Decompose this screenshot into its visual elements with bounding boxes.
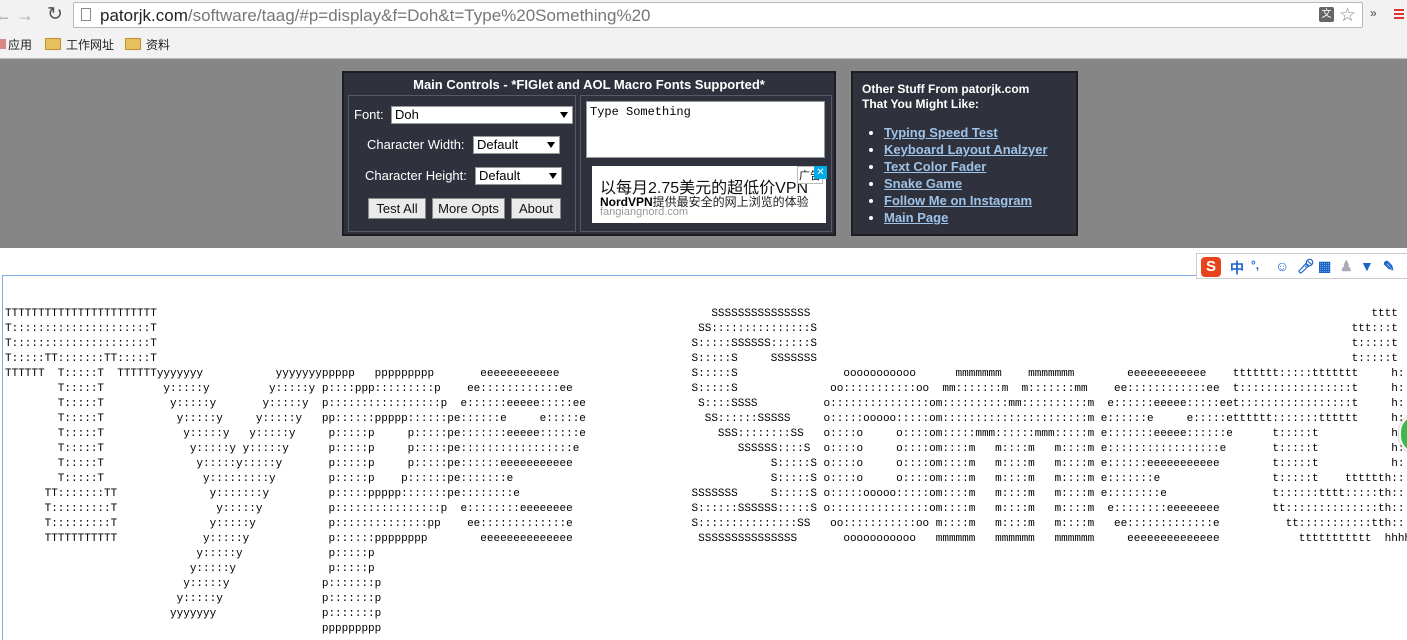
url-host: patorjk.com: [100, 6, 188, 25]
bookmark-label: 资料: [146, 38, 171, 52]
char-width-select[interactable]: Default: [473, 136, 560, 154]
font-label: Font:: [354, 107, 384, 122]
ad-close-icon[interactable]: ✕: [814, 166, 827, 179]
sogou-logo-icon[interactable]: S: [1201, 257, 1221, 277]
bookmark-folder-materials[interactable]: 资料: [125, 36, 170, 53]
chevron-down-icon: [560, 112, 568, 118]
font-settings-box: Font: Doh Character Width: Default Chara…: [348, 95, 576, 232]
ad-banner[interactable]: 以每月2.75美元的超低价VPN NordVPN提供最安全的网上浏览的体验 fa…: [589, 166, 827, 223]
link-keyboard-layout[interactable]: Keyboard Layout Analzyer: [884, 142, 1048, 157]
url-path: /software/taag/#p=display&f=Doh&t=Type%2…: [187, 6, 651, 25]
ascii-art-output: TTTTTTTTTTTTTTTTTTTTTTT SSSSSSSSSSSSSSS: [5, 308, 1407, 635]
ascii-output-area[interactable]: TTTTTTTTTTTTTTTTTTTTTTT SSSSSSSSSSSSSSS: [2, 275, 1407, 640]
folder-icon: [45, 38, 61, 50]
reload-icon[interactable]: ↻: [44, 3, 66, 27]
shirt-icon[interactable]: ▼: [1360, 258, 1374, 274]
list-item: Follow Me on Instagram: [884, 192, 1048, 209]
other-stuff-title: Other Stuff From patorjk.com That You Mi…: [862, 82, 1029, 112]
char-height-select[interactable]: Default: [475, 167, 562, 185]
more-opts-button[interactable]: More Opts: [432, 198, 505, 219]
font-select[interactable]: Doh: [391, 106, 573, 124]
other-stuff-links: Typing Speed Test Keyboard Layout Analzy…: [867, 124, 1048, 226]
about-button[interactable]: About: [511, 198, 561, 219]
apps-icon: [0, 39, 6, 49]
extensions-overflow-icon[interactable]: »: [1370, 6, 1377, 20]
test-all-button[interactable]: Test All: [368, 198, 426, 219]
ad-domain: fangiangnord.com: [600, 206, 689, 218]
char-width-value: Default: [477, 137, 519, 152]
folder-icon: [125, 38, 141, 50]
bookmark-apps[interactable]: 应用: [0, 36, 32, 53]
other-stuff-panel: Other Stuff From patorjk.com That You Mi…: [851, 71, 1078, 236]
main-controls-title: Main Controls - *FIGlet and AOL Macro Fo…: [413, 77, 765, 92]
browser-chrome: ← → ↻ patorjk.com/software/taag/#p=displ…: [0, 0, 1407, 59]
user-icon[interactable]: ♟: [1340, 258, 1353, 275]
ime-toolbar: S 中 °, ☺ 🎤︎ ▦ ♟ ▼ ✎: [1196, 253, 1407, 279]
link-main-page[interactable]: Main Page: [884, 210, 948, 225]
list-item: Typing Speed Test: [884, 124, 1048, 141]
bookmarks-bar: 应用 工作网址 资料: [0, 31, 1407, 55]
text-input-box: Type Something 以每月2.75美元的超低价VPN NordVPN提…: [580, 95, 832, 232]
link-typing-speed-test[interactable]: Typing Speed Test: [884, 125, 998, 140]
char-width-label: Character Width:: [367, 137, 465, 152]
page-icon: [81, 8, 91, 21]
translate-icon[interactable]: 文: [1319, 7, 1334, 22]
ime-mode-toggle[interactable]: 中: [1230, 258, 1244, 278]
keyboard-icon[interactable]: ▦: [1318, 258, 1331, 275]
list-item: Snake Game: [884, 175, 1048, 192]
emoji-icon[interactable]: ☺: [1275, 258, 1289, 274]
ime-punct-toggle[interactable]: °,: [1251, 258, 1259, 272]
link-instagram[interactable]: Follow Me on Instagram: [884, 193, 1032, 208]
bookmark-label: 应用: [8, 38, 33, 52]
wrench-icon[interactable]: ✎: [1383, 258, 1395, 275]
link-snake-game[interactable]: Snake Game: [884, 176, 962, 191]
char-height-value: Default: [479, 168, 521, 183]
list-item: Keyboard Layout Analzyer: [884, 141, 1048, 158]
other-stuff-title-line1: Other Stuff From patorjk.com: [862, 82, 1030, 96]
char-height-label: Character Height:: [365, 168, 467, 183]
back-arrow-icon[interactable]: ←: [0, 3, 12, 27]
link-text-color-fader[interactable]: Text Color Fader: [884, 159, 986, 174]
mic-icon[interactable]: 🎤︎: [1297, 258, 1315, 275]
other-stuff-title-line2: That You Might Like:: [862, 97, 979, 111]
ad-left-bar: [589, 166, 592, 223]
url-text[interactable]: patorjk.com/software/taag/#p=display&f=D…: [100, 6, 650, 26]
font-select-value: Doh: [395, 107, 419, 122]
forward-arrow-icon[interactable]: →: [16, 3, 34, 27]
address-bar[interactable]: patorjk.com/software/taag/#p=display&f=D…: [73, 2, 1363, 28]
list-item: Main Page: [884, 209, 1048, 226]
bookmark-label: 工作网址: [66, 38, 115, 52]
list-item: Text Color Fader: [884, 158, 1048, 175]
main-controls-panel: Main Controls - *FIGlet and AOL Macro Fo…: [342, 71, 836, 236]
chevron-down-icon: [549, 173, 557, 179]
chevron-down-icon: [547, 142, 555, 148]
bookmark-folder-work[interactable]: 工作网址: [45, 36, 114, 53]
bookmark-star-icon[interactable]: ☆: [1339, 4, 1356, 27]
browser-menu-icon[interactable]: [1394, 9, 1404, 20]
text-input[interactable]: Type Something: [586, 101, 825, 158]
